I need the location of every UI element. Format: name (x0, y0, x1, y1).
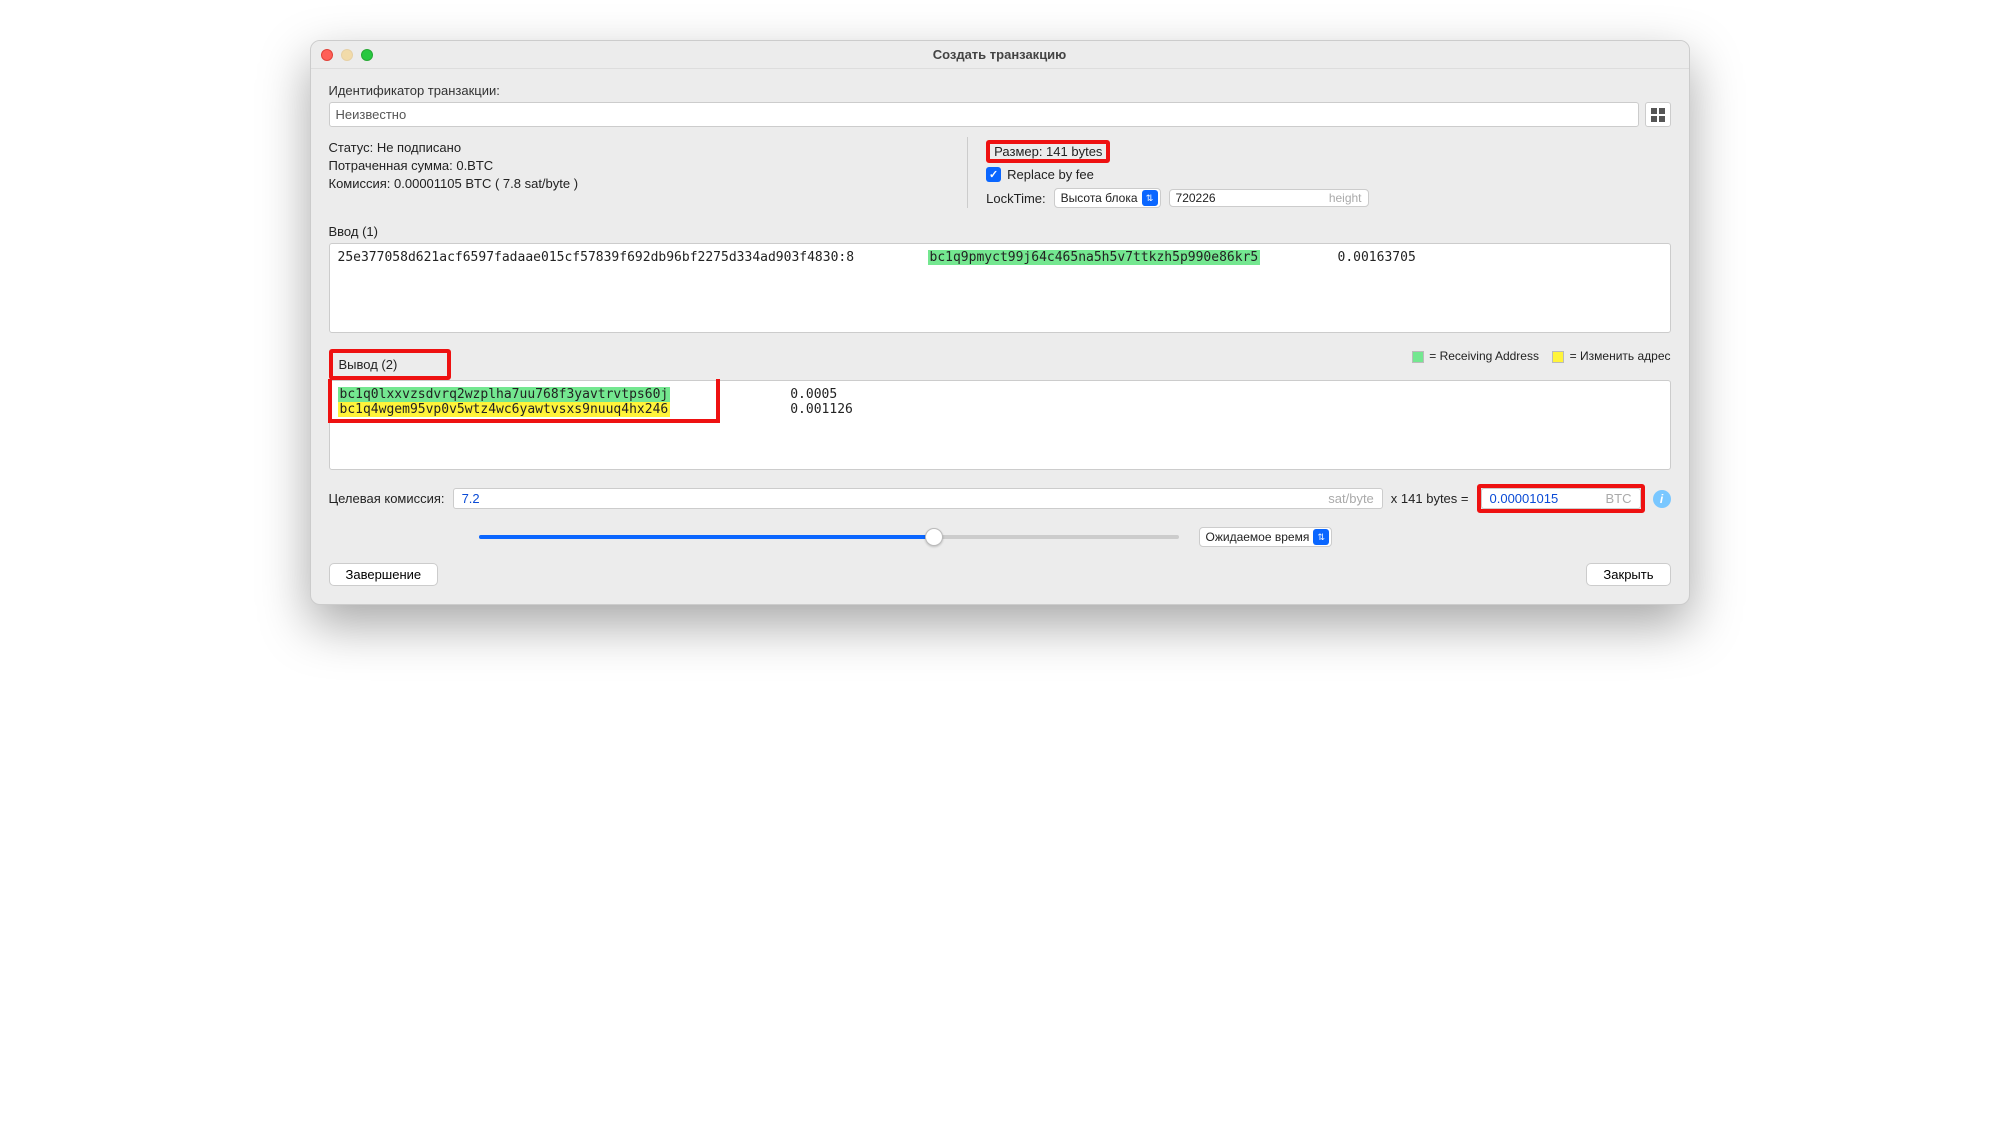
target-fee-unit: sat/byte (1328, 491, 1374, 506)
input-txref: 25e377058d621acf6597fadaae015cf57839f692… (338, 250, 898, 265)
output-address-0: bc1q0lxxvzsdvrq2wzplha7uu768f3yavtrvtps6… (338, 387, 671, 402)
fee-line: Комиссия: 0.00001105 BTC ( 7.8 sat/byte … (329, 176, 928, 191)
chevron-updown-icon: ⇅ (1313, 529, 1329, 545)
window-title: Создать транзакцию (321, 47, 1679, 62)
locktime-value: 720226 (1176, 191, 1216, 205)
qr-icon (1651, 108, 1665, 122)
content-area: Идентификатор транзакции: Неизвестно Ста… (311, 69, 1689, 604)
fee-slider-fill (479, 535, 934, 539)
txid-field[interactable]: Неизвестно (329, 102, 1639, 127)
legend-green-swatch (1412, 351, 1424, 363)
input-address: bc1q9pmyct99j64c465na5h5v7ttkzh5p990e86k… (928, 250, 1261, 265)
output-row-1: bc1q4wgem95vp0v5wtz4wc6yawtvsxs9nuuq4hx2… (338, 402, 1662, 417)
legend-receiving: = Receiving Address (1429, 349, 1539, 363)
transaction-window: Создать транзакцию Идентификатор транзак… (310, 40, 1690, 605)
close-window-icon[interactable] (321, 49, 333, 61)
output-row-0: bc1q0lxxvzsdvrq2wzplha7uu768f3yavtrvtps6… (338, 387, 1662, 402)
target-fee-input[interactable]: 7.2 sat/byte (453, 488, 1383, 509)
locktime-type-value: Высота блока (1061, 191, 1138, 205)
btc-highlight: 0.00001015 BTC (1477, 484, 1645, 513)
btc-total-box[interactable]: 0.00001015 BTC (1481, 488, 1641, 509)
legend: = Receiving Address = Изменить адрес (1412, 349, 1671, 363)
spent-line: Потраченная сумма: 0.BTC (329, 158, 928, 173)
input-row: 25e377058d621acf6597fadaae015cf57839f692… (338, 250, 1662, 265)
expected-time-label: Ожидаемое время (1206, 530, 1310, 544)
rbf-checkbox[interactable] (986, 167, 1001, 182)
rbf-label: Replace by fee (1007, 167, 1094, 182)
output-amount-0: 0.0005 (790, 387, 837, 402)
inputs-box[interactable]: 25e377058d621acf6597fadaae015cf57839f692… (329, 243, 1671, 333)
status-line: Статус: Не подписано (329, 140, 928, 155)
qr-button[interactable] (1645, 102, 1671, 127)
expected-time-select[interactable]: Ожидаемое время ⇅ (1199, 527, 1333, 547)
outputs-header-highlight: Вывод (2) (329, 349, 452, 380)
info-icon[interactable]: i (1653, 490, 1671, 508)
size-highlight: Размер: 141 bytes (986, 140, 1110, 163)
input-amount: 0.00163705 (1338, 250, 1662, 265)
chevron-updown-icon: ⇅ (1142, 190, 1158, 206)
locktime-input[interactable]: 720226 height (1169, 189, 1369, 207)
maximize-window-icon[interactable] (361, 49, 373, 61)
btc-total-unit: BTC (1606, 491, 1632, 506)
target-fee-mult: x 141 bytes = (1391, 491, 1469, 506)
legend-yellow-swatch (1552, 351, 1564, 363)
size-column: Размер: 141 bytes Replace by fee LockTim… (967, 137, 1670, 208)
inputs-header: Ввод (1) (329, 224, 1671, 239)
locktime-label: LockTime: (986, 191, 1045, 206)
close-button[interactable]: Закрыть (1586, 563, 1670, 586)
fee-slider[interactable] (479, 535, 1179, 539)
legend-change: = Изменить адрес (1570, 349, 1671, 363)
output-amount-1: 0.001126 (790, 402, 853, 417)
locktime-type-select[interactable]: Высота блока ⇅ (1054, 188, 1161, 208)
finish-button[interactable]: Завершение (329, 563, 439, 586)
outputs-box[interactable]: bc1q0lxxvzsdvrq2wzplha7uu768f3yavtrvtps6… (329, 380, 1671, 470)
txid-label: Идентификатор транзакции: (329, 83, 1671, 98)
minimize-window-icon[interactable] (341, 49, 353, 61)
target-fee-label: Целевая комиссия: (329, 491, 445, 506)
target-fee-value: 7.2 (462, 491, 480, 506)
output-address-1: bc1q4wgem95vp0v5wtz4wc6yawtvsxs9nuuq4hx2… (338, 402, 671, 417)
status-column: Статус: Не подписано Потраченная сумма: … (329, 137, 928, 208)
window-controls (321, 49, 373, 61)
outputs-header: Вывод (2) (339, 357, 398, 372)
fee-slider-thumb[interactable] (925, 528, 943, 546)
titlebar: Создать транзакцию (311, 41, 1689, 69)
locktime-unit: height (1329, 191, 1362, 205)
btc-total-value: 0.00001015 (1490, 491, 1559, 506)
